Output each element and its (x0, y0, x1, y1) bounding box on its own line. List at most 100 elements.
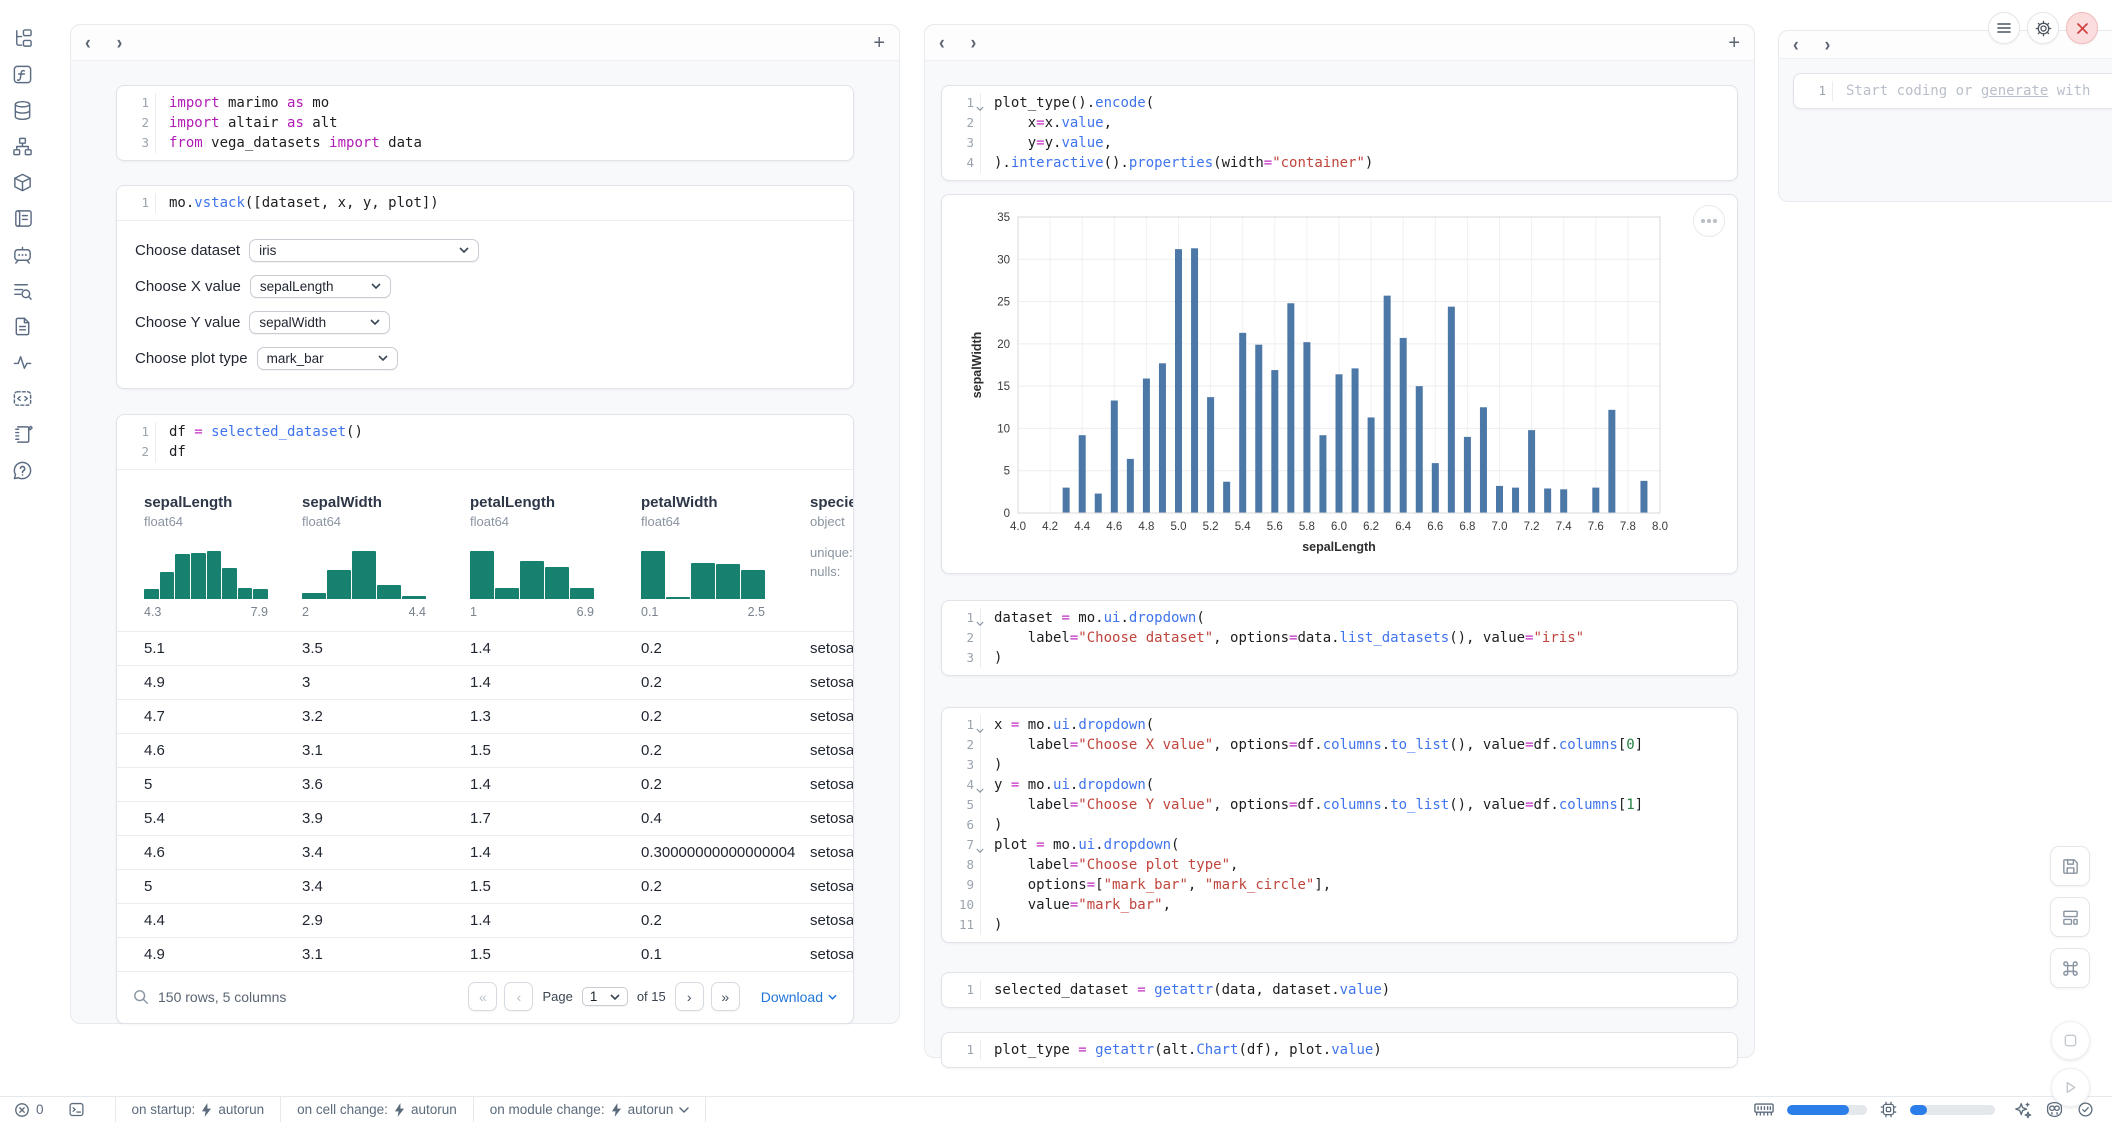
table-row[interactable]: 4.73.21.30.2setosa (117, 699, 853, 733)
panel-back-icon[interactable]: ‹ (939, 33, 945, 53)
table-row[interactable]: 53.41.50.2setosa (117, 869, 853, 903)
ai-sparkles-icon[interactable] (2014, 1101, 2032, 1119)
dropdown-select[interactable]: sepalLength (250, 275, 391, 298)
cell-encode[interactable]: 1plot_type().encode(2 x=x.value,3 y=y.va… (941, 85, 1738, 181)
settings-gear-icon[interactable] (2027, 12, 2059, 44)
save-icon[interactable] (2050, 846, 2090, 886)
table-cell: 0.2 (641, 708, 810, 725)
svg-text:sepalWidth: sepalWidth (970, 332, 984, 399)
command-icon[interactable] (2050, 948, 2090, 988)
download-button[interactable]: Download (761, 989, 837, 1005)
cell-xy-plot-dropdowns[interactable]: 1x = mo.ui.dropdown(2 label="Choose X va… (941, 707, 1738, 943)
altair-bar-chart[interactable]: 051015202530354.04.24.44.64.85.05.25.45.… (968, 207, 1737, 564)
scratch-cell[interactable]: 1Start coding or generate with (1793, 73, 2112, 109)
terminal-icon[interactable] (56, 1097, 97, 1122)
menu-icon[interactable] (1988, 12, 2020, 44)
dropdown-select[interactable]: sepalWidth (249, 311, 390, 334)
table-cell: 0.1 (641, 946, 810, 963)
line-number: 1 (1794, 81, 1832, 101)
table-row[interactable]: 5.13.51.40.2setosa (117, 631, 853, 665)
line-number: 6 (942, 815, 980, 835)
dependency-graph-icon[interactable] (0, 128, 70, 164)
add-cell-icon[interactable]: + (1728, 33, 1740, 53)
table-row[interactable]: 4.63.11.50.2setosa (117, 733, 853, 767)
panel-back-icon[interactable]: ‹ (85, 33, 91, 53)
table-row[interactable]: 4.931.40.2setosa (117, 665, 853, 699)
table-cell: setosa (810, 708, 853, 725)
histogram-bar (691, 563, 715, 599)
snippets-icon[interactable] (0, 380, 70, 416)
cell-selected-dataset[interactable]: 1selected_dataset = getattr(data, datase… (941, 972, 1738, 1008)
help-icon[interactable] (0, 452, 70, 488)
svg-text:5.0: 5.0 (1171, 521, 1187, 533)
table-cell: setosa (810, 912, 853, 929)
documentation-icon[interactable] (0, 308, 70, 344)
last-page-button[interactable]: » (711, 982, 740, 1011)
stop-icon[interactable] (2051, 1021, 2090, 1060)
table-row[interactable]: 4.93.11.50.1setosa (117, 937, 853, 971)
lightning-icon (394, 1103, 405, 1117)
line-number: 1 (117, 422, 155, 442)
svg-text:5.8: 5.8 (1299, 521, 1315, 533)
chat-icon[interactable] (0, 236, 70, 272)
page-select[interactable]: 1 (582, 987, 628, 1006)
svg-text:6.6: 6.6 (1427, 521, 1443, 533)
panel-forward-icon[interactable]: › (117, 33, 123, 53)
autorun-startup[interactable]: on startup: autorun (115, 1097, 281, 1122)
code-line: 1selected_dataset = getattr(data, datase… (942, 980, 1737, 1000)
cell-plot-type[interactable]: 1plot_type = getattr(alt.Chart(df), plot… (941, 1032, 1738, 1068)
search-icon[interactable] (133, 989, 149, 1005)
cell-chart-output[interactable]: 051015202530354.04.24.44.64.85.05.25.45.… (941, 194, 1738, 574)
line-number: 1 (942, 980, 980, 1000)
table-row[interactable]: 4.63.41.40.30000000000000004setosa (117, 835, 853, 869)
code-line: 3) (942, 648, 1737, 668)
column-header[interactable]: sepalLengthfloat644.37.9 (144, 494, 302, 619)
code-line: 2df (117, 442, 853, 462)
cell-imports[interactable]: 1import marimo as mo2import altair as al… (116, 85, 854, 161)
first-page-button[interactable]: « (468, 982, 497, 1011)
histogram-bar (520, 561, 544, 599)
panel-forward-icon[interactable]: › (1825, 35, 1831, 55)
scratchpad-icon[interactable] (0, 416, 70, 452)
histogram-bar (327, 570, 351, 599)
logs-icon[interactable] (0, 272, 70, 308)
error-count-badge[interactable]: 0 (0, 1097, 56, 1122)
line-number: 2 (117, 113, 155, 133)
dropdown-select[interactable]: iris (249, 239, 479, 262)
dropdown-select[interactable]: mark_bar (257, 347, 398, 370)
autorun-module-change[interactable]: on module change: autorun (473, 1097, 707, 1122)
add-cell-icon[interactable]: + (873, 33, 885, 53)
dropdown-row: Choose Y valuesepalWidth (135, 308, 835, 336)
svg-text:6.4: 6.4 (1395, 521, 1412, 533)
column-header[interactable]: sepalWidthfloat6424.4 (302, 494, 470, 619)
column-header[interactable]: petalLengthfloat6416.9 (470, 494, 641, 619)
run-icon[interactable] (2051, 1068, 2090, 1107)
tracing-icon[interactable] (0, 344, 70, 380)
table-cell: 3.1 (302, 742, 470, 759)
database-icon[interactable] (0, 92, 70, 128)
table-footer: 150 rows, 5 columns « ‹ Page 1 of 15 › »… (117, 971, 853, 1023)
close-icon[interactable] (2066, 12, 2098, 44)
outline-icon[interactable] (0, 200, 70, 236)
next-page-button[interactable]: › (675, 982, 704, 1011)
chart-menu-icon[interactable] (1693, 205, 1725, 237)
table-row[interactable]: 4.42.91.40.2setosa (117, 903, 853, 937)
column-header[interactable]: petalWidthfloat640.12.5 (641, 494, 810, 619)
table-row[interactable]: 53.61.40.2setosa (117, 767, 853, 801)
layout-icon[interactable] (2050, 897, 2090, 937)
prev-page-button[interactable]: ‹ (504, 982, 533, 1011)
panel-back-icon[interactable]: ‹ (1793, 35, 1799, 55)
autorun-cell-change[interactable]: on cell change: autorun (280, 1097, 473, 1122)
table-row[interactable]: 5.43.91.70.4setosa (117, 801, 853, 835)
scratch-panel: ‹ › 1Start coding or generate with (1778, 30, 2112, 202)
panel-forward-icon[interactable]: › (971, 33, 977, 53)
package-icon[interactable] (0, 164, 70, 200)
cell-vstack[interactable]: 1mo.vstack([dataset, x, y, plot]) Choose… (116, 185, 854, 389)
svg-text:25: 25 (997, 297, 1010, 309)
functions-icon[interactable] (0, 56, 70, 92)
code-line: 3 y=y.value, (942, 133, 1737, 153)
cell-dataset-dropdown[interactable]: 1dataset = mo.ui.dropdown(2 label="Choos… (941, 600, 1738, 676)
file-tree-icon[interactable] (0, 20, 70, 56)
column-header[interactable]: speciesobjectunique:nulls: (810, 494, 853, 619)
cell-dataframe[interactable]: 1df = selected_dataset()2df sepalLengthf… (116, 414, 854, 1024)
